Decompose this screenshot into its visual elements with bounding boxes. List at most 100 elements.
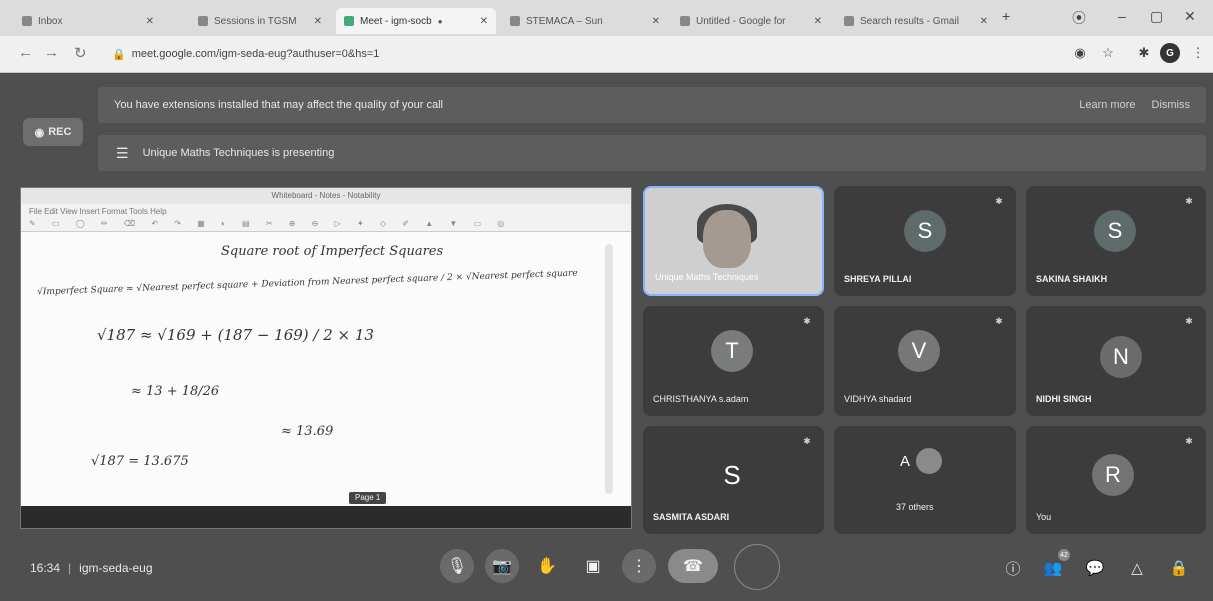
forward-arrow-icon[interactable]: → [44, 44, 59, 61]
participant-tile-self[interactable]: R ✱ You [1026, 426, 1206, 534]
handwritten-line-4: ≈ 13.69 [281, 424, 334, 439]
tab-label: Inbox [38, 15, 63, 27]
raise-hand-button[interactable]: ✋ [530, 549, 564, 583]
back-arrow-icon[interactable]: ← [18, 44, 33, 61]
participant-name: SAKINA SHAIKH [1036, 274, 1108, 284]
minimize-button[interactable]: – [1118, 8, 1126, 24]
participant-tile[interactable]: S ✱ SASMITA ASDARI [643, 426, 824, 534]
learn-more-link[interactable]: Learn more [1079, 99, 1135, 111]
chrome-menu-icon[interactable]: ⋮ [1188, 43, 1208, 63]
handwritten-line-5: √187 = 13.675 [91, 454, 189, 469]
tab-sessions[interactable]: Sessions in TGSM ✕ [190, 8, 330, 34]
info-icon[interactable]: ⓘ [1002, 557, 1024, 579]
participant-tile[interactable]: S ✱ SAKINA SHAIKH [1026, 186, 1206, 296]
people-count-badge: 42 [1058, 549, 1070, 561]
calendar-icon [198, 16, 208, 26]
meet-icon [344, 16, 354, 26]
participant-tile[interactable]: T ✱ CHRISTHANYA s.adam [643, 306, 824, 416]
participant-tile-presenter[interactable]: Unique Maths Techniques [643, 186, 824, 296]
browser-tab-bar: Inbox ✕ Sessions in TGSM ✕ Meet - igm-so… [0, 0, 1213, 36]
tab-search-results[interactable]: Search results - Gmail ✕ [836, 8, 996, 34]
presenting-banner: ☰ Unique Maths Techniques is presenting [98, 135, 1206, 171]
tab-label: STEMACA – Sun [526, 15, 603, 27]
shared-menu-text: File Edit View Insert Format Tools Help [29, 207, 167, 216]
reload-icon[interactable]: ↻ [74, 44, 87, 62]
camera-indicator-icon[interactable]: ◉ [1070, 43, 1090, 63]
avatar-photo [916, 448, 943, 474]
participant-tile[interactable]: V ✱ VIDHYA shadard [834, 306, 1016, 416]
participant-name: SHREYA PILLAI [844, 274, 912, 284]
mic-muted-icon: ✱ [803, 315, 811, 326]
meeting-info: 16:34 | igm-seda-eug [30, 561, 153, 575]
others-tile[interactable]: A 37 others [834, 426, 1016, 534]
avatar: S [723, 459, 741, 490]
extensions-puzzle-icon[interactable]: ✱ [1134, 43, 1154, 63]
empty-action-button[interactable] [734, 544, 780, 590]
present-button[interactable]: ▣ [576, 549, 610, 583]
address-bar-row: ← → ↻ 🔒 meet.google.com/igm-seda-eug?aut… [0, 36, 1213, 73]
host-controls-icon[interactable]: 🔒 [1168, 557, 1190, 579]
drive-icon [510, 16, 520, 26]
more-options-button[interactable]: ⋮ [622, 549, 656, 583]
tab-stemaca[interactable]: STEMACA – Sun ✕ [502, 8, 668, 34]
close-tab-icon[interactable]: ✕ [652, 16, 660, 27]
participant-name: VIDHYA shadard [844, 394, 912, 404]
close-tab-icon[interactable]: ✕ [146, 16, 154, 27]
new-tab-button[interactable]: + [1002, 8, 1010, 24]
handwritten-line-3: ≈ 13 + 18/26 [131, 384, 220, 399]
control-bar: 16:34 | igm-seda-eug 🎙 📷 ✋ ▣ ⋮ ☎ ⓘ 👥 42 … [0, 539, 1213, 601]
participant-name: NIDHI SINGH [1036, 394, 1092, 404]
end-call-button[interactable]: ☎ [668, 549, 718, 583]
chat-icon[interactable]: 💬 [1084, 557, 1106, 579]
tab-label: Meet - igm-socb [360, 15, 432, 27]
presentation-icon: ☰ [116, 144, 129, 161]
record-icon[interactable]: ⦿ [1072, 8, 1086, 28]
bookmark-star-icon[interactable]: ☆ [1098, 43, 1118, 63]
dismiss-link[interactable]: Dismiss [1152, 99, 1191, 111]
tab-meet[interactable]: Meet - igm-socb ● ✕ [336, 8, 496, 34]
mic-muted-icon: ✱ [1185, 315, 1193, 326]
mic-muted-icon: ✱ [1185, 435, 1193, 446]
gmail-icon [844, 16, 854, 26]
participant-name: 37 others [896, 502, 934, 512]
avatar-initial: A [900, 452, 911, 470]
page-indicator: Page 1 [349, 492, 387, 504]
close-tab-icon[interactable]: ✕ [314, 16, 322, 27]
presenting-text: Unique Maths Techniques is presenting [142, 147, 335, 159]
url-bar[interactable]: 🔒 meet.google.com/igm-seda-eug?authuser=… [112, 43, 992, 65]
avatar: T [711, 330, 753, 372]
mic-muted-icon: ✱ [1185, 195, 1193, 206]
participant-tile[interactable]: S ✱ SHREYA PILLAI [834, 186, 1016, 296]
participant-name: You [1036, 512, 1052, 522]
avatar: N [1100, 336, 1142, 378]
profile-avatar[interactable]: G [1160, 43, 1180, 63]
microphone-button[interactable]: 🎙 [440, 549, 474, 583]
close-window-button[interactable]: ✕ [1184, 8, 1196, 25]
camera-face [703, 210, 751, 268]
handwritten-line-2: √187 ≈ √169 + (187 − 169) / 2 × 13 [97, 326, 374, 344]
avatar: R [1092, 454, 1134, 496]
meeting-time: 16:34 [30, 561, 61, 575]
shared-taskbar [21, 506, 631, 528]
people-icon: 👥 [1043, 560, 1063, 577]
mic-muted-icon: ✱ [995, 195, 1003, 206]
participant-name: SASMITA ASDARI [653, 512, 730, 522]
people-button[interactable]: 👥 42 [1042, 549, 1070, 579]
tab-inbox[interactable]: Inbox ✕ [14, 8, 162, 34]
activities-icon[interactable]: △ [1126, 557, 1148, 579]
maximize-button[interactable]: ▢ [1150, 8, 1163, 25]
meet-window: ◉ REC You have extensions installed that… [0, 73, 1213, 601]
presentation-stream[interactable]: Whiteboard - Notes - Notability File Edi… [20, 187, 632, 529]
tab-label: Search results - Gmail [860, 15, 959, 27]
tab-untitled[interactable]: Untitled - Google for ✕ [672, 8, 830, 34]
participant-tile[interactable]: N ✱ NIDHI SINGH [1026, 306, 1206, 416]
rec-label: REC [48, 126, 72, 138]
shared-scrollbar [605, 244, 613, 494]
close-tab-icon[interactable]: ✕ [480, 16, 488, 27]
lock-icon: 🔒 [112, 48, 126, 61]
close-tab-icon[interactable]: ✕ [980, 16, 988, 27]
close-tab-icon[interactable]: ✕ [814, 16, 822, 27]
camera-button[interactable]: 📷 [485, 549, 519, 583]
participant-name: Unique Maths Techniques [655, 272, 759, 282]
meeting-code: igm-seda-eug [79, 561, 153, 575]
